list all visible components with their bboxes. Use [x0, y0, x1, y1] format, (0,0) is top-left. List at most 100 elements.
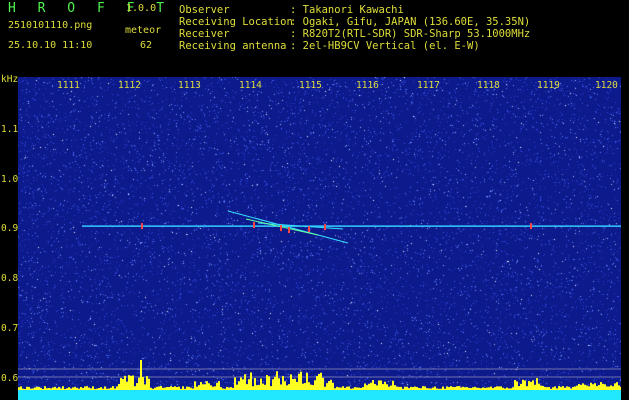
- location-key: Receiving Location: [179, 16, 293, 28]
- activity-bar: [52, 387, 54, 390]
- activity-bar: [526, 386, 528, 390]
- activity-bar: [232, 387, 234, 390]
- activity-bar: [558, 386, 560, 390]
- activity-bar: [278, 378, 280, 390]
- activity-bar: [56, 388, 58, 390]
- activity-bar: [538, 383, 540, 390]
- activity-bar: [182, 386, 184, 390]
- activity-bar: [168, 387, 170, 390]
- activity-bar: [186, 386, 188, 390]
- meteor-count-label: meteor: [125, 25, 162, 36]
- activity-bar: [178, 386, 180, 390]
- antenna-value: : 2el-HB9CV Vertical (el. E-W): [290, 40, 480, 52]
- activity-bar: [294, 378, 296, 390]
- activity-bar: [518, 386, 520, 390]
- activity-bar: [510, 388, 512, 390]
- x-tick-1111: 1111: [57, 80, 80, 91]
- activity-bar: [206, 381, 208, 390]
- receiver-value: : R820T2(RTL-SDR) SDR-Sharp 53.1000MHz: [290, 28, 531, 40]
- activity-bar: [140, 360, 142, 390]
- activity-bar: [344, 387, 346, 390]
- activity-bar: [406, 386, 408, 390]
- activity-bar: [216, 382, 218, 390]
- activity-bar: [396, 386, 398, 390]
- activity-bar: [498, 386, 500, 390]
- activity-bar: [376, 385, 378, 390]
- activity-bar: [96, 388, 98, 390]
- activity-bar: [472, 387, 474, 390]
- activity-bar: [112, 386, 114, 390]
- activity-bar: [320, 372, 322, 390]
- activity-bar: [456, 386, 458, 390]
- activity-bar: [322, 377, 324, 390]
- activity-bar: [34, 387, 36, 390]
- activity-bar: [548, 387, 550, 390]
- activity-bar: [60, 388, 62, 390]
- activity-bar: [598, 385, 600, 390]
- activity-bar: [516, 381, 518, 390]
- activity-bar: [120, 378, 122, 390]
- activity-bar: [508, 388, 510, 390]
- activity-bar: [342, 386, 344, 390]
- activity-bar: [212, 386, 214, 390]
- x-tick-1117: 1117: [417, 80, 440, 91]
- activity-bar: [198, 385, 200, 390]
- activity-bar: [214, 386, 216, 390]
- activity-bar: [122, 378, 124, 390]
- activity-bar: [372, 380, 374, 390]
- activity-bar: [230, 387, 232, 390]
- activity-bar: [496, 386, 498, 390]
- activity-bar: [468, 387, 470, 390]
- activity-bar: [606, 386, 608, 390]
- activity-bar: [88, 387, 90, 390]
- y-axis-unit: kHz: [1, 74, 19, 85]
- activity-bar: [118, 383, 120, 390]
- meteor-echo-head: [530, 223, 532, 230]
- activity-bar: [162, 387, 164, 390]
- activity-bar: [346, 386, 348, 390]
- activity-bar: [308, 382, 310, 390]
- activity-bar: [316, 376, 318, 390]
- activity-bar: [138, 377, 140, 390]
- activity-bar: [146, 376, 148, 390]
- meteor-echo-head: [253, 222, 255, 229]
- activity-bar: [288, 384, 290, 390]
- activity-bar: [404, 386, 406, 390]
- activity-bar: [554, 386, 556, 390]
- activity-bar: [352, 388, 354, 390]
- activity-bar: [494, 387, 496, 390]
- y-tick-1.1: 1.1: [1, 124, 19, 135]
- activity-bar: [176, 386, 178, 390]
- activity-bar: [434, 386, 436, 390]
- activity-bar: [208, 383, 210, 390]
- activity-bar: [22, 388, 24, 390]
- activity-bar: [604, 384, 606, 390]
- activity-bar: [422, 386, 424, 390]
- activity-bar: [616, 382, 618, 390]
- file-name: 2510101110.png: [8, 20, 93, 31]
- activity-bar: [152, 388, 154, 390]
- activity-bar: [530, 381, 532, 390]
- activity-bar: [160, 386, 162, 390]
- activity-bar: [450, 386, 452, 390]
- activity-bar: [238, 381, 240, 390]
- activity-bar: [578, 384, 580, 390]
- activity-bar: [224, 388, 226, 390]
- activity-bar: [302, 383, 304, 390]
- activity-bar: [412, 387, 414, 390]
- activity-bar: [600, 382, 602, 390]
- activity-bar: [522, 379, 524, 390]
- activity-bar: [536, 378, 538, 390]
- activity-bar: [390, 385, 392, 390]
- activity-bar: [256, 385, 258, 390]
- activity-bar: [46, 388, 48, 390]
- activity-bar: [586, 385, 588, 390]
- x-tick-1113: 1113: [178, 80, 201, 91]
- activity-bar: [266, 375, 268, 390]
- activity-bar: [366, 385, 368, 390]
- meteor-echo-head: [141, 223, 143, 230]
- activity-bar: [156, 386, 158, 390]
- activity-bar: [258, 384, 260, 390]
- activity-bar: [570, 388, 572, 390]
- activity-bar: [448, 387, 450, 390]
